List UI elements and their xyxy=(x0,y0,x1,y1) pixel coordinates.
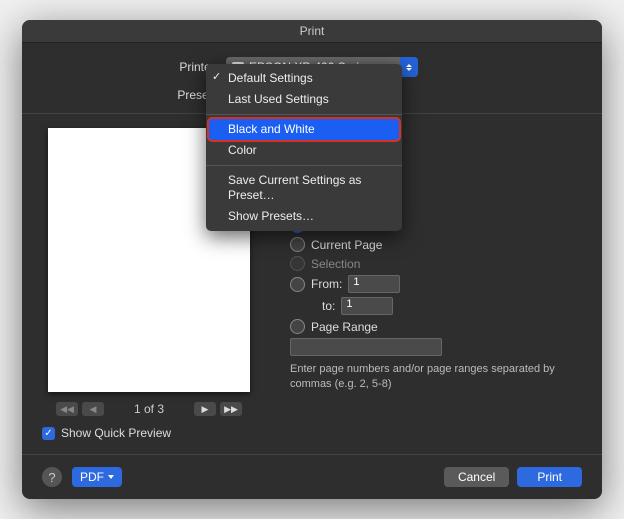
pdf-menu-button[interactable]: PDF xyxy=(72,467,122,487)
radio-page-range[interactable] xyxy=(290,319,305,334)
presets-label: Presets xyxy=(42,88,226,102)
print-button[interactable]: Print xyxy=(517,467,582,487)
menu-item-black-and-white[interactable]: Black and White xyxy=(209,119,399,140)
pages-from-row[interactable]: From: 1 xyxy=(276,275,582,293)
pdf-label: PDF xyxy=(80,470,104,484)
page-indicator: 1 of 3 xyxy=(134,402,164,416)
menu-item-default-settings[interactable]: Default Settings xyxy=(206,68,402,89)
pages-range-row[interactable]: Page Range xyxy=(276,319,582,334)
to-input[interactable]: 1 xyxy=(341,297,393,315)
show-quick-preview-checkbox[interactable]: ✓ xyxy=(42,427,55,440)
updown-arrows-icon xyxy=(400,57,418,77)
from-label: From: xyxy=(311,277,342,291)
help-button[interactable]: ? xyxy=(42,467,62,487)
menu-separator xyxy=(206,165,402,166)
pages-selection-label: Selection xyxy=(311,257,360,271)
print-dialog: Print Printer: EPSON XP-400 Series Prese… xyxy=(22,20,602,499)
printer-label: Printer: xyxy=(42,60,226,74)
dialog-footer: ? PDF Cancel Print xyxy=(22,454,602,499)
radio-current[interactable] xyxy=(290,237,305,252)
presets-menu: Default Settings Last Used Settings Blac… xyxy=(206,64,402,231)
to-label: to: xyxy=(322,299,335,313)
page-range-input[interactable] xyxy=(290,338,442,356)
pages-selection-row: Selection xyxy=(276,256,582,271)
page-range-hint: Enter page numbers and/or page ranges se… xyxy=(290,362,582,392)
preview-nav: ◀◀ ◀ 1 of 3 ▶ ▶▶ xyxy=(42,402,256,416)
show-quick-preview-row: ✓ Show Quick Preview xyxy=(42,426,256,440)
radio-from[interactable] xyxy=(290,277,305,292)
page-range-label: Page Range xyxy=(311,320,378,334)
pages-current-row[interactable]: Current Page xyxy=(276,237,582,252)
first-page-button[interactable]: ◀◀ xyxy=(56,402,78,416)
next-page-button[interactable]: ▶ xyxy=(194,402,216,416)
show-quick-preview-label: Show Quick Preview xyxy=(61,426,171,440)
pages-current-label: Current Page xyxy=(311,238,382,252)
menu-item-color[interactable]: Color xyxy=(206,140,402,161)
menu-separator xyxy=(206,114,402,115)
prev-page-button[interactable]: ◀ xyxy=(82,402,104,416)
window-title: Print xyxy=(22,20,602,43)
from-input[interactable]: 1 xyxy=(348,275,400,293)
menu-item-last-used[interactable]: Last Used Settings xyxy=(206,89,402,110)
menu-item-show-presets[interactable]: Show Presets… xyxy=(206,206,402,227)
radio-selection xyxy=(290,256,305,271)
menu-item-save-preset[interactable]: Save Current Settings as Preset… xyxy=(206,170,402,206)
last-page-button[interactable]: ▶▶ xyxy=(220,402,242,416)
cancel-button[interactable]: Cancel xyxy=(444,467,509,487)
pages-to-row: to: 1 xyxy=(276,297,582,315)
